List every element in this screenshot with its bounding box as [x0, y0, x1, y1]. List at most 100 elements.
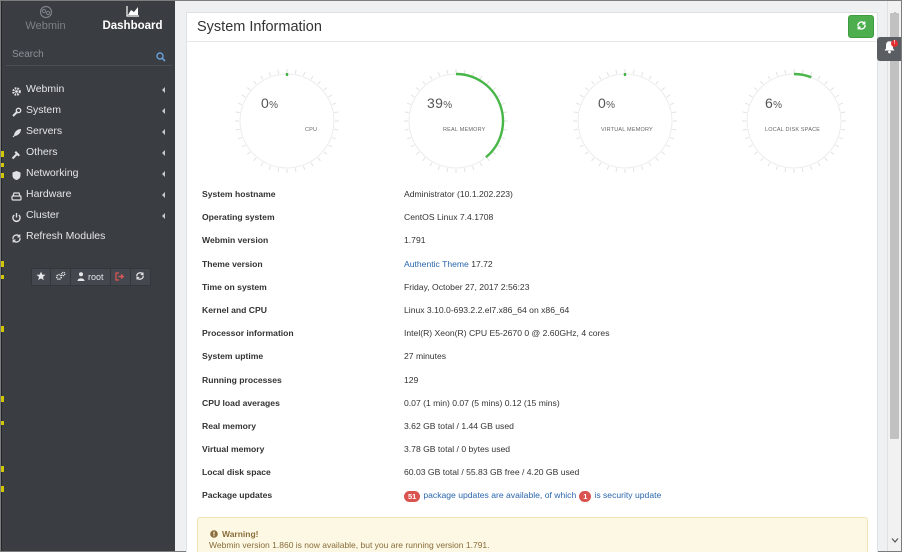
user-name: root — [88, 272, 104, 282]
gauge-tick — [598, 75, 602, 80]
info-row-real-memory: Real memory 3.62 GB total / 1.44 GB used — [202, 415, 862, 438]
theme-version-number: 17.72 — [471, 258, 493, 269]
gauges-row: 0% CPU 39% REAL MEMORY 0% VIRTUAL MEMORY… — [187, 53, 877, 183]
warning-title-text: Warning! — [222, 529, 259, 539]
gauge-tick — [310, 162, 314, 167]
refresh-button[interactable] — [848, 15, 874, 38]
gauge-dial — [404, 69, 508, 173]
gauge-tick — [497, 144, 502, 148]
gauge-tick — [838, 136, 844, 140]
gauge-tick — [429, 75, 433, 80]
gauge-tick — [463, 69, 466, 74]
user-button[interactable]: root — [71, 268, 111, 286]
sidebar-item-webmin[interactable]: Webmin — [2, 79, 176, 100]
gauge-tick — [437, 71, 441, 77]
gauge-tick — [830, 87, 835, 91]
info-row-load: CPU load averages 0.07 (1 min) 0.07 (5 m… — [202, 392, 862, 415]
sidebar-item-label: Webmin — [26, 83, 65, 95]
sidebar-item-networking[interactable]: Networking — [2, 163, 176, 184]
tools-icon — [11, 147, 22, 160]
sign-out-icon — [115, 271, 125, 283]
scroll-thumb[interactable] — [890, 13, 899, 439]
gauge-tick — [760, 80, 764, 85]
tab-webmin[interactable]: Webmin — [2, 5, 89, 33]
gauge-value: 0% — [598, 95, 616, 111]
refresh-icon — [856, 18, 867, 36]
gauge-tick — [471, 71, 475, 77]
sidebar-item-hardware[interactable]: Hardware — [2, 184, 176, 205]
gauge-tick — [235, 111, 240, 114]
info-row-theme-version: Theme version Authentic Theme 17.72 — [202, 253, 862, 276]
gauge-ring — [239, 73, 335, 169]
hostname-link[interactable]: Administrator (10.1.202.223) — [404, 183, 513, 206]
gauge-tick — [471, 165, 475, 171]
info-label: System uptime — [202, 351, 264, 362]
gauge-label: VIRTUAL MEMORY — [601, 127, 653, 133]
sidebar-item-label: Hardware — [26, 188, 72, 200]
hdd-icon — [11, 189, 22, 201]
caret-left-icon — [162, 129, 165, 135]
power-icon — [11, 210, 22, 223]
user-icon — [77, 271, 85, 283]
sidebar-item-others[interactable]: Others — [2, 142, 176, 163]
area-chart-icon — [89, 5, 176, 19]
gauge-tick — [640, 165, 644, 171]
gauge-tick — [784, 69, 787, 74]
sidebar-item-label: Networking — [26, 167, 79, 179]
sidebar-item-label: Cluster — [26, 209, 60, 221]
reload-button[interactable] — [130, 268, 151, 286]
search-icon[interactable] — [156, 49, 166, 67]
info-label: Virtual memory — [202, 444, 265, 455]
gauge-tick — [277, 168, 280, 173]
gauge-label: LOCAL DISK SPACE — [765, 127, 821, 133]
search-input[interactable] — [12, 47, 148, 62]
tab-dashboard[interactable]: Dashboard — [89, 5, 176, 33]
info-value: Intel(R) Xeon(R) CPU E5-2670 0 @ 2.60GHz… — [404, 328, 610, 339]
gauge-tick — [246, 151, 251, 155]
favorites-button[interactable] — [31, 268, 51, 286]
scroll-down-arrow-icon[interactable] — [891, 530, 899, 548]
info-label: CPU load averages — [202, 397, 280, 408]
gauge-tick — [801, 69, 804, 74]
info-row-disk: Local disk space 60.03 GB total / 55.83 … — [202, 461, 862, 484]
gauge-tick — [446, 168, 449, 173]
logout-button[interactable] — [110, 268, 131, 286]
info-value: 0.07 (1 min) 0.07 (5 mins) 0.12 (15 mins… — [404, 397, 560, 408]
system-time-link[interactable]: Friday, October 27, 2017 2:56:23 — [404, 276, 529, 299]
sidebar-item-servers[interactable]: Servers — [2, 121, 176, 142]
sidebar-item-refresh-modules[interactable]: Refresh Modules — [2, 226, 176, 247]
gauge-tick — [615, 168, 618, 173]
info-row-uptime: System uptime 27 minutes — [202, 345, 862, 368]
security-count-badge: 1 — [579, 490, 592, 502]
caret-left-icon — [162, 192, 165, 198]
info-label: Webmin version — [202, 235, 269, 246]
sidebar-item-label: Servers — [26, 125, 63, 137]
gauge-tick — [655, 157, 659, 162]
sidebar-item-label: Refresh Modules — [26, 230, 106, 242]
gauge-label: REAL MEMORY — [443, 127, 486, 133]
gauge-tick — [415, 87, 420, 91]
vertical-scrollbar[interactable] — [887, 1, 901, 551]
gauge-tick — [824, 157, 828, 162]
processes-link[interactable]: 129 — [404, 369, 418, 392]
uptime-link[interactable]: 27 minutes — [404, 345, 446, 368]
package-updates-link[interactable]: 51 package updates are available, of whic… — [404, 484, 661, 507]
gauge-tick — [317, 157, 321, 162]
gauge-tick — [253, 80, 257, 85]
tab-webmin-label: Webmin — [25, 20, 66, 32]
shield-icon — [11, 168, 22, 180]
sidebar-item-cluster[interactable]: Cluster — [2, 205, 176, 226]
caret-left-icon — [162, 108, 165, 114]
sidebar-item-system[interactable]: System — [2, 100, 176, 121]
info-row-processes: Running processes 129 — [202, 369, 862, 392]
gauge-tick — [661, 87, 666, 91]
gauge-value: 0% — [261, 95, 279, 111]
sidebar-tabs: Webmin Dashboard — [2, 1, 176, 39]
notifications-button[interactable]: ! — [877, 37, 901, 61]
info-label: Real memory — [202, 420, 256, 431]
theme-settings-button[interactable] — [51, 268, 71, 286]
gauge-tick — [328, 144, 333, 148]
info-label: System hostname — [202, 189, 276, 199]
info-value: 60.03 GB total / 55.83 GB free / 4.20 GB… — [404, 467, 580, 478]
theme-link[interactable]: Authentic Theme — [404, 259, 469, 269]
